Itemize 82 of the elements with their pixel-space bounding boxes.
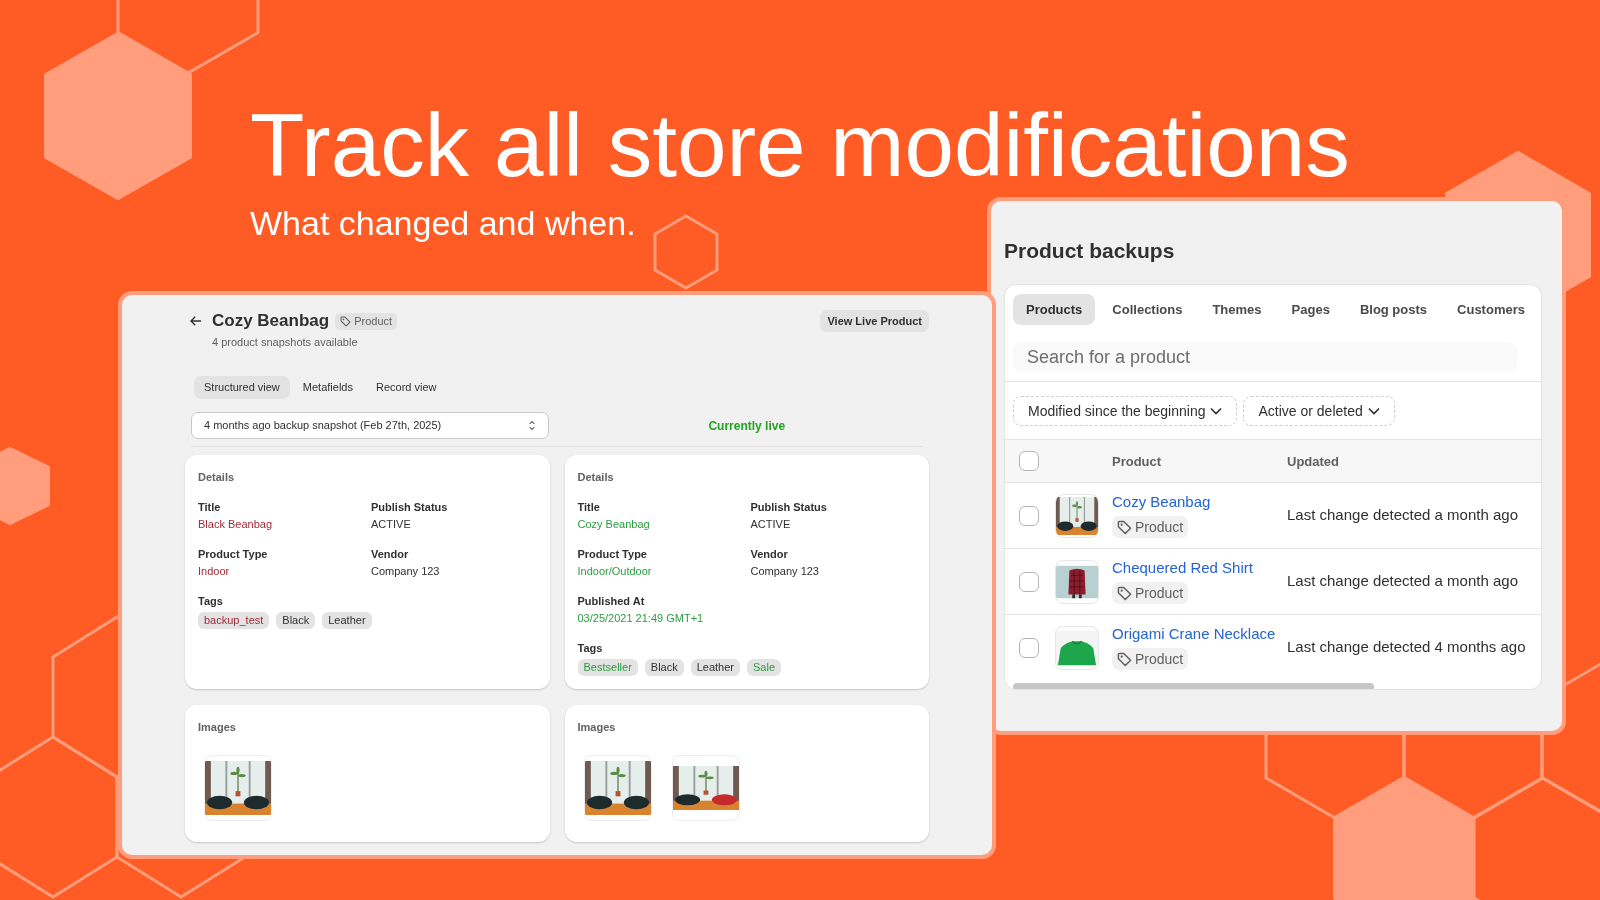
field-value: Company 123 — [750, 564, 819, 578]
field-label: Title — [198, 500, 221, 514]
field-value: Indoor — [198, 564, 230, 578]
field-label: Title — [577, 500, 600, 514]
product-tag: Bestseller — [577, 659, 638, 676]
card-heading: Images — [577, 720, 616, 734]
column-header: Product — [1112, 454, 1162, 469]
field-label: Tags — [577, 641, 603, 655]
field-label: Published At — [577, 594, 645, 608]
product-tag: Black — [644, 659, 684, 676]
search-field[interactable]: Search for a product — [1013, 342, 1517, 372]
back-arrow-icon[interactable] — [190, 316, 202, 326]
card-heading: Details — [577, 470, 614, 484]
field-value: Black Beanbag — [198, 517, 272, 531]
sweater-photo-drawing — [1055, 625, 1099, 670]
type-label: Product — [1135, 517, 1184, 537]
tab[interactable]: Themes — [1199, 294, 1275, 325]
filter-dropdown[interactable]: Active or deleted — [1243, 396, 1395, 426]
product-tag: Black — [276, 612, 316, 629]
type-label: Product — [354, 313, 393, 329]
snapshot-select[interactable]: 4 months ago backup snapshot (Feb 27th, 2025) — [191, 412, 549, 439]
live-status-label: Currently live — [708, 417, 786, 435]
product-link[interactable]: Chequered Red Shirt — [1112, 559, 1253, 577]
beanbag-photo-drawing — [1055, 493, 1099, 538]
product-link[interactable]: Origami Crane Necklace — [1112, 625, 1276, 643]
card-heading: Images — [198, 720, 236, 734]
tab[interactable]: Metafields — [292, 376, 363, 399]
field-value: ACTIVE — [371, 517, 411, 531]
field-label: Publish Status — [371, 500, 448, 514]
last-change-text: Last change detected a month ago — [1287, 505, 1518, 526]
field-label: Tags — [198, 594, 223, 608]
product-tag: Leather — [322, 612, 372, 629]
product-title: Cozy Beanbag — [212, 310, 330, 333]
column-header: Updated — [1287, 454, 1339, 469]
product-tag: backup_test — [198, 612, 270, 629]
page-title: Product backups — [1004, 239, 1175, 263]
field-label: Vendor — [750, 547, 788, 561]
checkbox[interactable] — [1019, 505, 1039, 526]
product-tag: Leather — [690, 659, 740, 676]
chevron-down-icon — [1367, 407, 1380, 415]
tab[interactable]: Record view — [365, 376, 447, 399]
tab[interactable]: Products — [1013, 294, 1096, 325]
product-link[interactable]: Cozy Beanbag — [1112, 493, 1211, 511]
subheadline: What changed and when. — [250, 206, 636, 240]
tag-icon — [1117, 519, 1132, 535]
tag-icon — [340, 315, 352, 327]
tab[interactable]: Structured view — [194, 376, 290, 399]
card-heading: Details — [198, 470, 235, 484]
field-value: 03/25/2021 21:49 GMT+1 — [577, 611, 704, 625]
field-value: Indoor/Outdoor — [577, 564, 652, 578]
headline: Track all store modifications — [250, 101, 1350, 189]
tag-icon — [1117, 651, 1132, 667]
last-change-text: Last change detected 4 months ago — [1287, 637, 1526, 658]
type-label: Product — [1135, 583, 1184, 603]
last-change-text: Last change detected a month ago — [1287, 571, 1518, 592]
field-label: Product Type — [198, 547, 268, 561]
field-label: Product Type — [577, 547, 647, 561]
checkbox[interactable] — [1019, 637, 1039, 658]
horizontal-scrollbar[interactable] — [1013, 683, 1374, 689]
beanbag-photo-drawing — [204, 755, 272, 821]
checkbox[interactable] — [1019, 451, 1039, 471]
shirt-photo-drawing — [1055, 559, 1099, 604]
tag-icon — [1117, 585, 1132, 601]
tab[interactable]: Pages — [1278, 294, 1343, 325]
field-value: Company 123 — [371, 564, 440, 578]
field-label: Vendor — [371, 547, 409, 561]
snapshot-count: 4 product snapshots available — [212, 335, 358, 349]
tab[interactable]: Collections — [1099, 294, 1196, 325]
product-tag: Sale — [747, 659, 782, 676]
tab[interactable]: Blog posts — [1346, 294, 1441, 325]
view-live-button[interactable]: View Live Product — [820, 310, 929, 332]
chevrons-up-down-icon — [528, 420, 536, 431]
field-label: Publish Status — [750, 500, 827, 514]
chevron-down-icon — [1210, 407, 1223, 415]
tab[interactable]: Customers — [1444, 294, 1538, 325]
beanbag-photo-drawing — [671, 755, 740, 821]
field-value: Cozy Beanbag — [577, 517, 650, 531]
filter-dropdown[interactable]: Modified since the beginning — [1013, 396, 1238, 426]
beanbag-photo-drawing — [583, 755, 652, 821]
field-value: ACTIVE — [750, 517, 791, 531]
checkbox[interactable] — [1019, 571, 1039, 592]
type-label: Product — [1135, 649, 1184, 669]
